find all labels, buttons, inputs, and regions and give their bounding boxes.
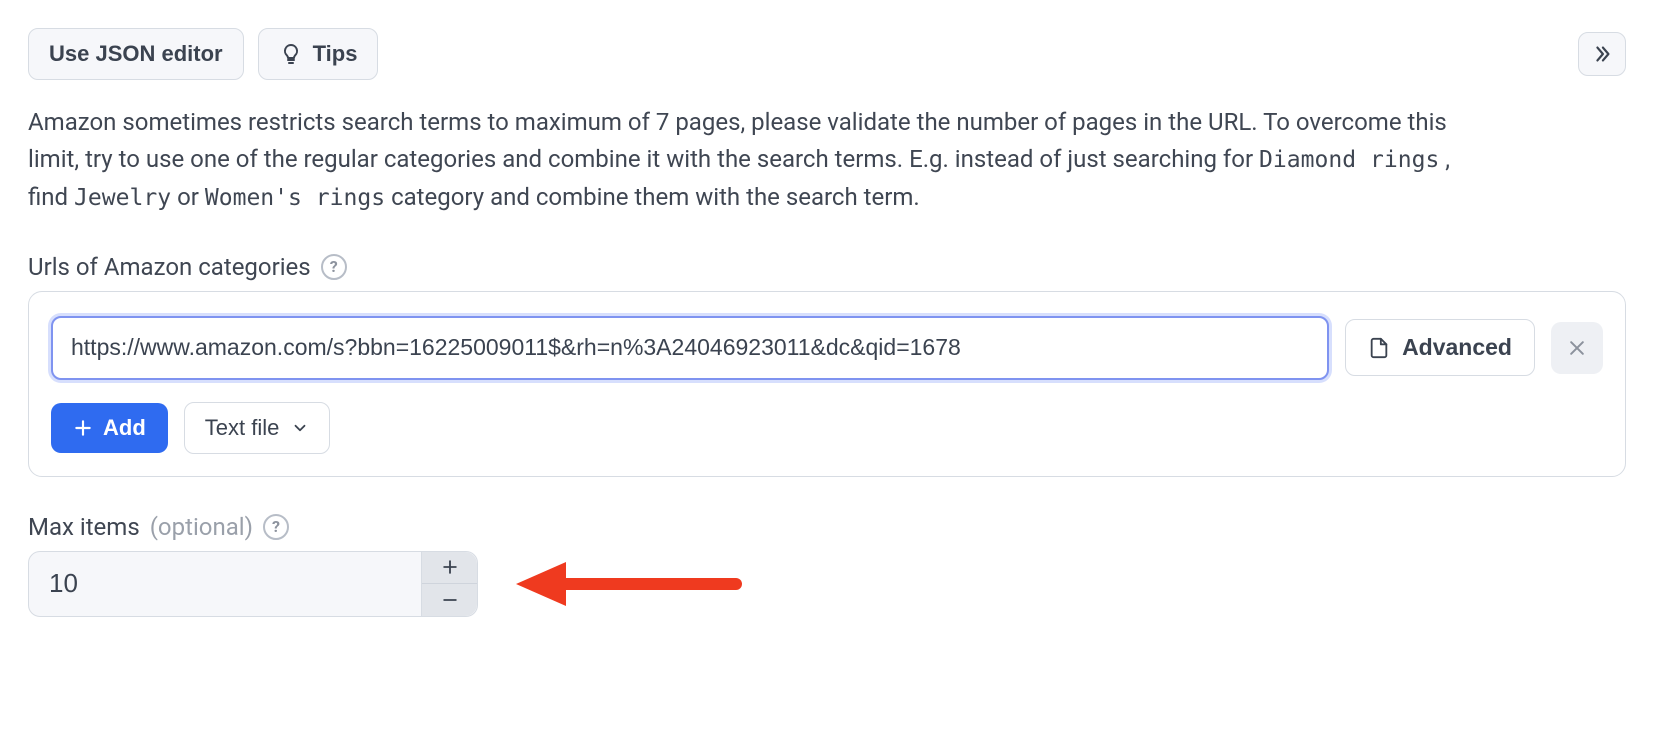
annotation-arrow <box>506 554 746 614</box>
use-json-editor-label: Use JSON editor <box>49 41 223 67</box>
code-diamond-rings: Diamond rings <box>1259 147 1439 173</box>
max-items-label: Max items <box>28 513 140 541</box>
use-json-editor-button[interactable]: Use JSON editor <box>28 28 244 80</box>
max-items-field <box>28 551 478 617</box>
code-jewelry: Jewelry <box>74 185 171 211</box>
chevron-down-icon <box>291 419 309 437</box>
urls-label: Urls of Amazon categories <box>28 253 311 281</box>
close-icon <box>1567 338 1587 358</box>
tips-label: Tips <box>313 41 358 67</box>
help-icon[interactable]: ? <box>263 514 289 540</box>
file-icon <box>1368 335 1390 361</box>
plus-icon <box>440 557 460 577</box>
add-label: Add <box>103 415 146 441</box>
chevrons-right-icon <box>1591 43 1613 65</box>
expand-button[interactable] <box>1578 32 1626 76</box>
decrement-button[interactable] <box>422 584 477 616</box>
urls-card: Advanced Add Text file <box>28 291 1626 477</box>
lightbulb-icon <box>279 42 303 66</box>
tips-button[interactable]: Tips <box>258 28 379 80</box>
remove-url-button[interactable] <box>1551 322 1603 374</box>
help-icon[interactable]: ? <box>321 254 347 280</box>
increment-button[interactable] <box>422 552 477 585</box>
minus-icon <box>440 590 460 610</box>
add-button[interactable]: Add <box>51 403 168 453</box>
max-items-input[interactable] <box>29 552 421 616</box>
plus-icon <box>73 418 93 438</box>
text-file-select[interactable]: Text file <box>184 402 331 454</box>
url-input[interactable] <box>51 316 1329 380</box>
description-text: Amazon sometimes restricts search terms … <box>28 104 1488 217</box>
max-items-optional: (optional) <box>150 513 253 541</box>
advanced-label: Advanced <box>1402 334 1512 361</box>
advanced-button[interactable]: Advanced <box>1345 319 1535 376</box>
code-womens-rings: Women's rings <box>205 185 385 211</box>
text-file-label: Text file <box>205 415 280 441</box>
